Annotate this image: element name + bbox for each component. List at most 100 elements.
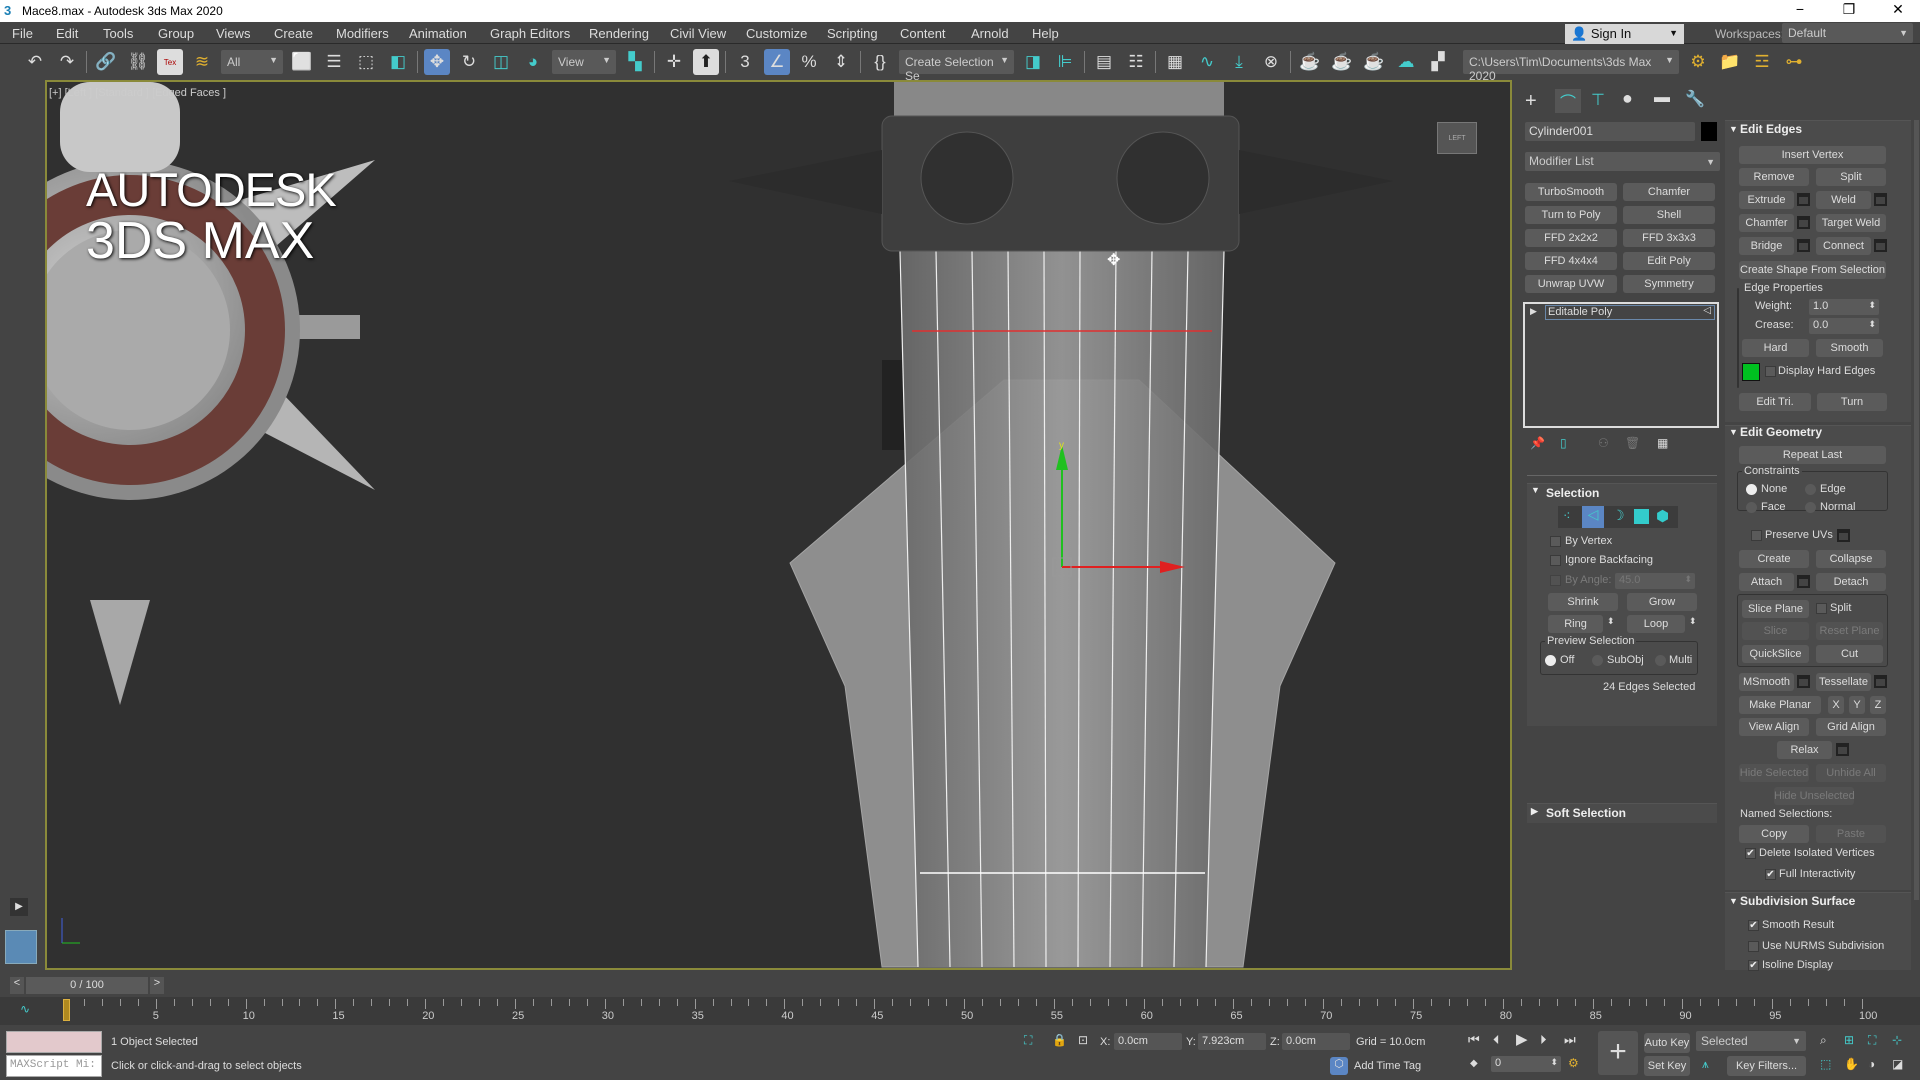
render-in-cloud-icon[interactable]: ☁	[1393, 49, 1419, 75]
connect-button[interactable]: Connect	[1816, 237, 1871, 255]
element-level-icon[interactable]: ⬢	[1656, 507, 1669, 525]
menu-rendering[interactable]: Rendering	[589, 26, 649, 41]
project-structure-icon[interactable]: ☲	[1749, 49, 1775, 75]
edit-poly-button[interactable]: Edit Poly	[1623, 252, 1715, 270]
key-filters-button[interactable]: Key Filters...	[1727, 1056, 1806, 1076]
attach-list-button[interactable]	[1797, 575, 1810, 588]
expand-arrow-icon[interactable]: ▶	[1530, 306, 1537, 317]
extrude-settings-button[interactable]	[1797, 193, 1810, 206]
slice-button[interactable]: Slice	[1742, 622, 1809, 640]
menu-animation[interactable]: Animation	[409, 26, 467, 41]
time-slider-handle[interactable]: 0 / 100	[26, 977, 148, 994]
key-mode-dropdown[interactable]: Selected ▼	[1696, 1031, 1806, 1051]
create-shape-button[interactable]: Create Shape From Selection	[1739, 261, 1886, 279]
preview-off-radio[interactable]	[1545, 655, 1556, 666]
edge-level-icon[interactable]: ◁	[1582, 506, 1604, 528]
detach-button[interactable]: Detach	[1816, 573, 1886, 591]
next-frame-button[interactable]: >	[150, 977, 164, 994]
ffd-4x4x4-button[interactable]: FFD 4x4x4	[1525, 252, 1617, 270]
percent-snap-icon[interactable]: %	[796, 49, 822, 75]
loop-button[interactable]: Loop	[1627, 615, 1685, 633]
minimize-button[interactable]: −	[1785, 1, 1815, 17]
next-key-icon[interactable]: ⏵	[1540, 1032, 1547, 1048]
hide-unselected-button[interactable]: Hide Unselected	[1774, 787, 1854, 805]
select-object-icon[interactable]: ⬜	[289, 49, 315, 75]
menu-customize[interactable]: Customize	[746, 26, 807, 41]
grow-button[interactable]: Grow	[1627, 593, 1697, 611]
display-tab-icon[interactable]: ▬	[1654, 89, 1670, 107]
undo-icon[interactable]: ↶	[22, 49, 48, 75]
render-production-icon[interactable]: ☕	[1361, 49, 1387, 75]
ribbon-icon[interactable]: ▦	[1162, 49, 1188, 75]
menu-content[interactable]: Content	[900, 26, 946, 41]
paste-button[interactable]: Paste	[1816, 825, 1886, 843]
select-and-scale-icon[interactable]: ◫	[488, 49, 514, 75]
use-nurms-checkbox[interactable]	[1748, 941, 1759, 952]
planar-x-button[interactable]: X	[1828, 696, 1844, 714]
turbosmooth-button[interactable]: TurboSmooth	[1525, 183, 1617, 201]
material-editor-icon[interactable]: ⊗	[1258, 49, 1284, 75]
selection-filter-dropdown[interactable]: All ▼	[221, 50, 283, 74]
msmooth-button[interactable]: MSmooth	[1739, 673, 1794, 691]
render-setup-icon[interactable]: ☕	[1297, 49, 1323, 75]
menu-tools[interactable]: Tools	[103, 26, 133, 41]
absolute-mode-icon[interactable]: ⊡	[1078, 1033, 1088, 1047]
edit-named-selection-icon[interactable]: {}	[867, 49, 893, 75]
attach-button[interactable]: Attach	[1739, 573, 1794, 591]
x-coordinate-field[interactable]: 0.0cm	[1114, 1033, 1182, 1050]
field-of-view-icon[interactable]: ⬚	[1820, 1057, 1831, 1071]
z-coordinate-field[interactable]: 0.0cm	[1282, 1033, 1350, 1050]
manipulate-icon[interactable]: ✛	[661, 49, 687, 75]
motion-tab-icon[interactable]: ●	[1622, 88, 1633, 109]
object-name-field[interactable]: Cylinder001	[1525, 122, 1695, 141]
expand-arrow-icon[interactable]: ▶	[1531, 806, 1538, 817]
ring-button[interactable]: Ring	[1548, 615, 1603, 633]
keyboard-shortcut-override-icon[interactable]: ⬆	[693, 49, 719, 75]
remove-modifier-icon[interactable]: 🗑	[1625, 436, 1640, 450]
current-frame-spinner[interactable]: 0	[1491, 1056, 1561, 1072]
bridge-button[interactable]: Bridge	[1739, 237, 1794, 255]
angle-snap-icon[interactable]: ∠	[764, 49, 790, 75]
symmetry-button[interactable]: Symmetry	[1623, 275, 1715, 293]
go-to-end-icon[interactable]: ⏭	[1564, 1032, 1576, 1048]
msmooth-settings-button[interactable]	[1797, 675, 1810, 688]
preview-subobj-radio[interactable]	[1592, 655, 1603, 666]
cut-button[interactable]: Cut	[1816, 645, 1883, 663]
tessellate-settings-button[interactable]	[1874, 675, 1887, 688]
preserve-uvs-checkbox[interactable]	[1751, 530, 1762, 541]
reset-plane-button[interactable]: Reset Plane	[1816, 622, 1883, 640]
sign-in-button[interactable]: 👤 Sign In ▼	[1565, 24, 1684, 44]
ignore-backfacing-checkbox[interactable]	[1550, 555, 1561, 566]
bridge-settings-button[interactable]	[1797, 239, 1810, 252]
default-tangents-icon[interactable]: ⩚	[1702, 1057, 1709, 1072]
menu-help[interactable]: Help	[1032, 26, 1059, 41]
hierarchy-tab-icon[interactable]: ⊤	[1591, 90, 1605, 110]
shrink-button[interactable]: Shrink	[1548, 593, 1618, 611]
slice-plane-button[interactable]: Slice Plane	[1742, 600, 1809, 618]
mirror-icon[interactable]: ◨	[1020, 49, 1046, 75]
split-checkbox[interactable]	[1816, 603, 1827, 614]
edit-geometry-title[interactable]: Edit Geometry	[1740, 425, 1822, 439]
expand-layout-button[interactable]: ▶	[10, 898, 28, 916]
full-interactivity-checkbox[interactable]: ✔	[1765, 869, 1776, 880]
menu-civil-view[interactable]: Civil View	[670, 26, 726, 41]
planar-z-button[interactable]: Z	[1870, 696, 1886, 714]
ffd-3x3x3-button[interactable]: FFD 3x3x3	[1623, 229, 1715, 247]
select-and-place-icon[interactable]: ◕	[520, 49, 546, 75]
selection-rollout-title[interactable]: Selection	[1546, 486, 1599, 500]
hard-button[interactable]: Hard	[1742, 339, 1809, 357]
make-planar-button[interactable]: Make Planar	[1739, 696, 1821, 714]
set-key-button[interactable]: Set Key	[1644, 1056, 1690, 1076]
display-hard-edges-checkbox[interactable]	[1765, 366, 1776, 377]
select-and-move-icon[interactable]: ✥	[424, 49, 450, 75]
rectangular-selection-icon[interactable]: ⬚	[353, 49, 379, 75]
weld-settings-button[interactable]	[1874, 193, 1887, 206]
constraint-none-radio[interactable]	[1746, 484, 1757, 495]
stack-item-editable-poly[interactable]: ▶ Editable Poly ◁	[1525, 305, 1717, 321]
spinner-snap-icon[interactable]: ⇕	[828, 49, 854, 75]
maxscript-listener-output[interactable]	[6, 1031, 102, 1053]
select-by-name-icon[interactable]: ☰	[321, 49, 347, 75]
configure-modifier-sets-icon[interactable]: ▦	[1657, 436, 1668, 450]
track-bar[interactable]: ∿ 05101520253035404550556065707580859095…	[0, 997, 1920, 1025]
hard-edge-color-swatch[interactable]	[1742, 363, 1760, 381]
